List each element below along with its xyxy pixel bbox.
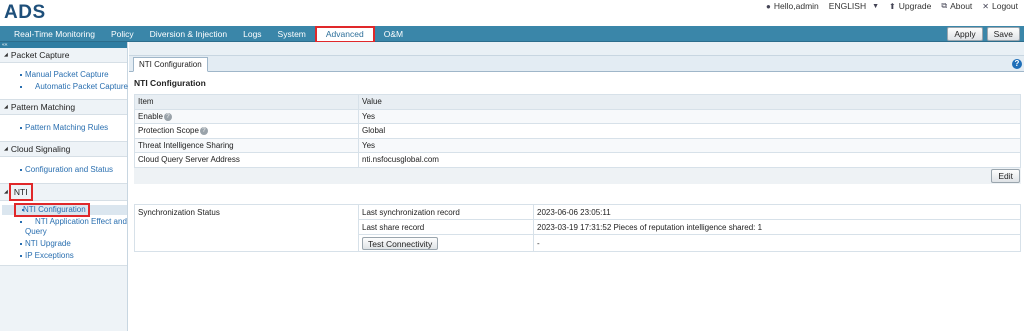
close-icon: ✕	[982, 1, 989, 11]
row-item-cell: Protection Scope?	[134, 123, 359, 139]
sidebar-item-label: IP Exceptions	[25, 251, 74, 260]
upgrade-label: Upgrade	[898, 1, 932, 11]
last-share-value: 2023-03-19 17:31:52 Pieces of reputation…	[533, 219, 1021, 235]
sidebar-item-label: Automatic Packet Capture	[35, 82, 128, 91]
triangle-down-icon: ◢	[4, 104, 8, 110]
sidebar-item-label: NTI Application Effect and Query	[25, 217, 127, 236]
sidebar-section-cloud-signaling: ◢ Cloud Signaling Configuration and Stat…	[0, 142, 127, 184]
table-row: Protection Scope? Global	[134, 123, 1021, 139]
user-greeting-text: Hello,admin	[773, 1, 819, 11]
about-label: About	[950, 1, 973, 11]
save-button[interactable]: Save	[986, 27, 1020, 41]
nav-logs[interactable]: Logs	[235, 26, 269, 42]
sidebar-section-packet-capture: ◢ Packet Capture Manual Packet Capture A…	[0, 48, 128, 100]
row-item-label: Cloud Query Server Address	[134, 152, 359, 168]
test-connectivity-button[interactable]: Test Connectivity	[362, 236, 439, 250]
sidebar-item-nti-configuration[interactable]: NTI Configuration	[2, 203, 127, 217]
sidebar-section-title[interactable]: ◢ Pattern Matching	[0, 100, 127, 114]
row-value: Yes	[358, 108, 1021, 124]
sidebar-item-label: Manual Packet Capture	[25, 70, 109, 79]
edit-button[interactable]: Edit	[991, 169, 1020, 183]
help-icon[interactable]: ?	[163, 112, 172, 121]
sidebar-item-manual-packet-capture[interactable]: Manual Packet Capture	[0, 70, 127, 80]
logout-label: Logout	[992, 1, 1018, 11]
nav-realtime-monitoring[interactable]: Real-Time Monitoring	[0, 26, 103, 42]
row-value: Yes	[358, 137, 1021, 153]
triangle-down-icon: ◢	[4, 146, 8, 152]
upgrade-icon: ⬆	[889, 1, 896, 11]
user-bar: ● Hello,admin ENGLISH ▼ ⬆ Upgrade ⧉ Abou…	[766, 1, 1018, 11]
sidebar-item-configuration-and-status[interactable]: Configuration and Status	[0, 165, 127, 175]
top-bar: ADS ● Hello,admin ENGLISH ▼ ⬆ Upgrade ⧉ …	[0, 0, 1024, 26]
user-greeting: ● Hello,admin	[766, 1, 819, 11]
nav-system[interactable]: System	[270, 26, 314, 42]
sidebar-section-title[interactable]: ◢ NTI	[0, 183, 127, 201]
row-value: nti.nsfocusglobal.com	[358, 152, 1021, 168]
sidebar-item-label: NTI Configuration	[14, 203, 90, 217]
main-content: NTI Configuration ? NTI Configuration It…	[129, 42, 1024, 331]
sidebar-item-label: Pattern Matching Rules	[25, 123, 109, 132]
triangle-down-icon: ◢	[4, 52, 8, 58]
sidebar-item-nti-upgrade[interactable]: NTI Upgrade	[0, 239, 127, 249]
last-share-label: Last share record	[358, 219, 534, 235]
sidebar-item-ip-exceptions[interactable]: IP Exceptions	[0, 251, 127, 261]
sidebar-section-title[interactable]: ◢ Packet Capture	[0, 48, 127, 62]
sidebar-item-pattern-matching-rules[interactable]: Pattern Matching Rules	[0, 123, 127, 133]
about-icon: ⧉	[941, 1, 948, 10]
sidebar-section-pattern-matching: ◢ Pattern Matching Pattern Matching Rule…	[0, 100, 127, 142]
logout-link[interactable]: ✕ Logout	[982, 1, 1018, 11]
config-table: Item Value Enable? Yes Protection Scope?…	[134, 94, 1021, 168]
table-row: Synchronization Status Last synchronizat…	[134, 204, 1021, 252]
user-icon: ●	[766, 1, 771, 11]
edit-row: Edit	[134, 168, 1021, 184]
column-header-item: Item	[134, 94, 359, 110]
chevron-down-icon: ▼	[872, 2, 880, 10]
sidebar-item-label: NTI Upgrade	[25, 239, 71, 248]
row-item-label: Threat Intelligence Sharing	[134, 137, 359, 153]
apply-button[interactable]: Apply	[947, 27, 983, 41]
about-link[interactable]: ⧉ About	[941, 1, 972, 11]
tab-bar: NTI Configuration ?	[129, 56, 1024, 72]
sidebar-section-label: Packet Capture	[10, 50, 70, 60]
nav-om[interactable]: O&M	[376, 26, 411, 42]
sidebar-item-nti-application-effect[interactable]: NTI Application Effect and Query	[0, 217, 127, 237]
nav-advanced[interactable]: Advanced	[314, 25, 375, 43]
main-nav: Real-Time Monitoring Policy Diversion & …	[0, 25, 1024, 43]
table-row: Enable? Yes	[134, 108, 1021, 124]
triangle-down-icon: ◢	[4, 189, 8, 195]
table-row: Threat Intelligence Sharing Yes	[134, 137, 1021, 153]
sidebar-section-label: NTI	[8, 183, 33, 201]
column-header-value: Value	[358, 94, 1021, 110]
sidebar-section-label: Pattern Matching	[10, 102, 76, 112]
sidebar: «« ◢ Packet Capture Manual Packet Captur…	[0, 42, 128, 331]
language-value: ENGLISH	[828, 1, 867, 11]
sidebar-section-nti: ◢ NTI NTI Configuration NTI Application …	[0, 183, 127, 266]
section-title: NTI Configuration	[134, 78, 206, 88]
header-strip	[129, 42, 1024, 56]
last-sync-value: 2023-06-06 23:05:11	[533, 204, 1021, 220]
sync-status-table: Synchronization Status Last synchronizat…	[134, 204, 1021, 252]
sidebar-item-label: Configuration and Status	[25, 165, 114, 174]
help-icon[interactable]: ?	[1012, 59, 1022, 69]
language-select[interactable]: ENGLISH ▼	[829, 1, 879, 11]
table-row: Cloud Query Server Address nti.nsfocusgl…	[134, 152, 1021, 168]
upgrade-link[interactable]: ⬆ Upgrade	[889, 1, 931, 11]
test-cell: Test Connectivity	[358, 234, 534, 252]
nav-diversion-injection[interactable]: Diversion & Injection	[142, 26, 235, 42]
row-item-cell: Enable?	[134, 108, 359, 124]
app-logo: ADS	[4, 2, 46, 23]
last-sync-label: Last synchronization record	[358, 204, 534, 220]
sync-status-label: Synchronization Status	[134, 204, 359, 252]
test-result-value: -	[533, 234, 1021, 252]
sidebar-section-title[interactable]: ◢ Cloud Signaling	[0, 142, 127, 156]
help-icon[interactable]: ?	[199, 127, 208, 136]
sidebar-section-label: Cloud Signaling	[10, 144, 71, 154]
nav-policy[interactable]: Policy	[103, 26, 142, 42]
row-item-label: Protection Scope	[138, 126, 199, 136]
row-item-label: Enable	[138, 111, 163, 121]
tab-nti-configuration[interactable]: NTI Configuration	[133, 57, 208, 72]
row-value: Global	[358, 123, 1021, 139]
sidebar-item-automatic-packet-capture[interactable]: Automatic Packet Capture	[0, 82, 128, 92]
table-header-row: Item Value	[134, 94, 1021, 110]
